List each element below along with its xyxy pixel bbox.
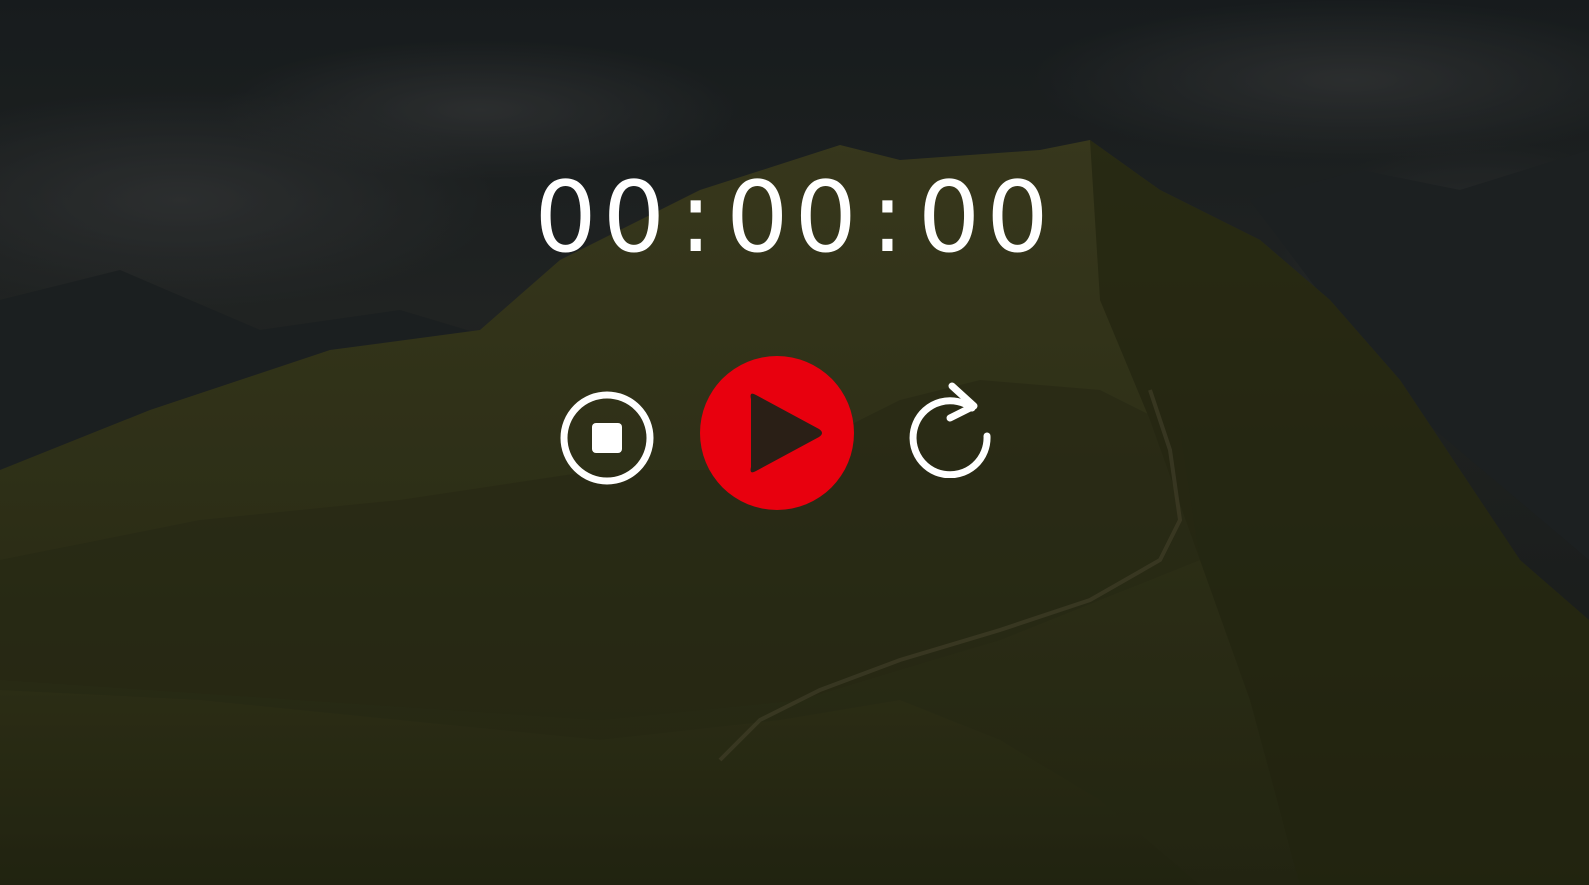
timer-seconds: 00	[917, 161, 1055, 275]
timer-minutes: 00	[726, 161, 863, 275]
stop-button[interactable]	[559, 390, 655, 486]
timer-display: 00:00:00	[0, 158, 1589, 278]
timer-hours: 00	[534, 161, 672, 275]
play-icon	[700, 356, 854, 510]
play-button[interactable]	[699, 355, 855, 511]
stopwatch-app: 00:00:00	[0, 0, 1589, 885]
reset-icon	[909, 382, 991, 479]
stop-icon	[560, 391, 654, 485]
timer-separator: :	[679, 161, 719, 275]
reset-button[interactable]	[904, 378, 1000, 479]
timer-separator: :	[870, 161, 910, 275]
